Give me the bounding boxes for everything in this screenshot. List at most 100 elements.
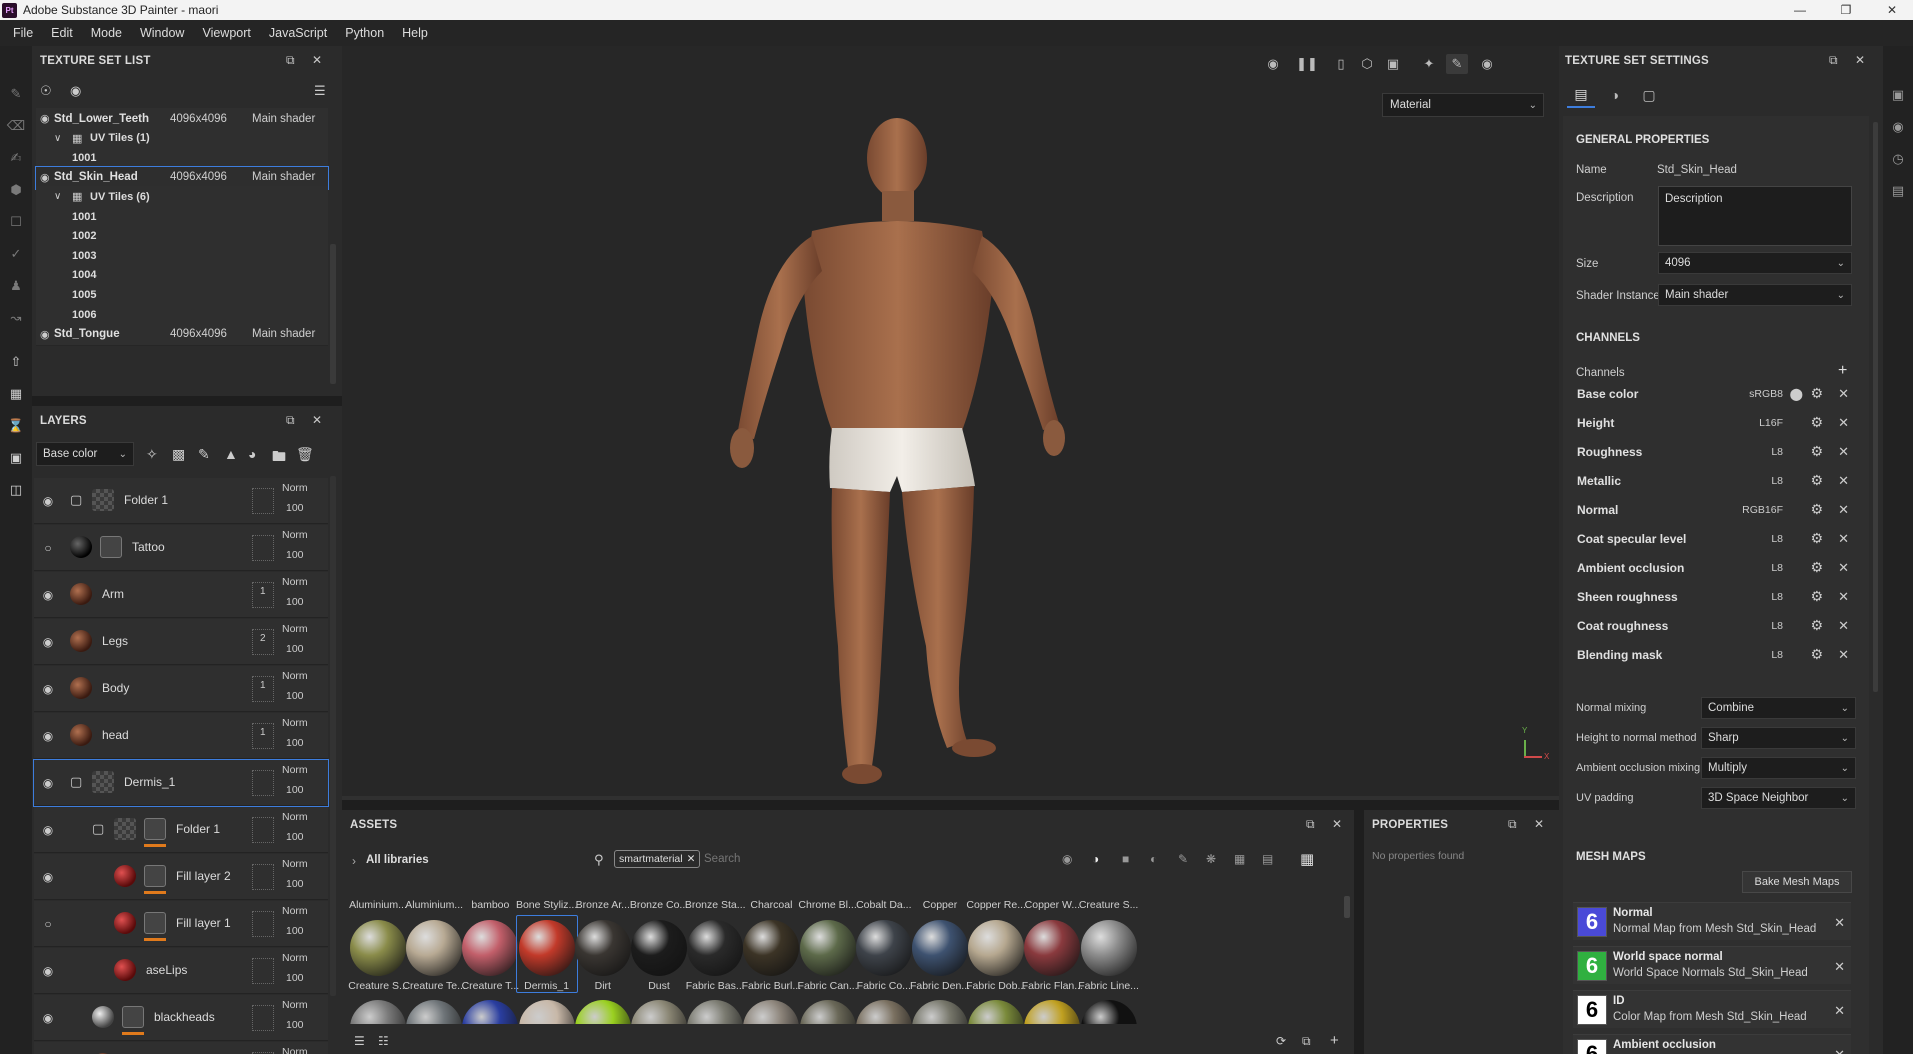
close-icon[interactable]: ✕	[1838, 531, 1849, 547]
gear-icon[interactable]: ⚙	[1810, 530, 1823, 547]
layer-row[interactable]: ○ Tattoo Norm 100	[34, 525, 328, 571]
minimize-icon[interactable]: —	[1777, 0, 1823, 20]
eye-icon[interactable]: ○	[40, 916, 56, 932]
blend-mode[interactable]: Norm	[282, 858, 308, 870]
smart-material-thumbnail[interactable]	[631, 920, 687, 976]
menu-help[interactable]: Help	[393, 26, 437, 40]
log-icon[interactable]: ▤	[1889, 182, 1907, 200]
mesh-map-row[interactable]: 6 World space normal World Space Normals S…	[1573, 946, 1851, 984]
opacity-value[interactable]: 100	[286, 549, 304, 561]
bake-mesh-maps-button[interactable]: Bake Mesh Maps	[1742, 871, 1852, 893]
smart-material-thumbnail[interactable]	[912, 1000, 968, 1024]
option-select[interactable]: Multiply ⌄	[1701, 757, 1856, 779]
measure-tool-icon[interactable]: ↝	[6, 308, 26, 328]
close-icon[interactable]: ✕	[1838, 386, 1849, 402]
eye-icon[interactable]: ◉	[40, 112, 50, 125]
close-icon[interactable]: ✕	[687, 853, 696, 865]
mask-filter-icon[interactable]: ■	[1122, 852, 1129, 866]
undock-icon[interactable]: ⧉	[1508, 817, 1517, 832]
viewport-display-select[interactable]: Material ⌄	[1382, 93, 1544, 117]
gear-icon[interactable]: ⚙	[1810, 414, 1823, 431]
smart-material-thumbnail[interactable]	[855, 1000, 912, 1024]
add-smart-material-icon[interactable]: ◕	[248, 446, 256, 462]
texture-set-settings-icon[interactable]: ▣	[1889, 86, 1907, 104]
smart-material-thumbnail[interactable]	[855, 920, 912, 976]
smart-material-thumbnail[interactable]	[1080, 920, 1137, 976]
smart-material-thumbnail[interactable]	[799, 920, 856, 976]
opacity-value[interactable]: 100	[286, 925, 304, 937]
layer-row[interactable]: ◉ Fill layer 2 Norm 100	[34, 854, 328, 900]
channel-row[interactable]: Normal RGB16F ⚙ ✕	[1573, 495, 1851, 524]
layer-row[interactable]: ◉ Arm 1 Norm 100	[34, 572, 328, 618]
blend-mode[interactable]: Norm	[282, 764, 308, 776]
layer-row[interactable]: ◉ aseLips Norm 100	[34, 948, 328, 994]
layer-row[interactable]: ◉ Legs 2 Norm 100	[34, 619, 328, 665]
smart-material-thumbnail[interactable]	[574, 1000, 631, 1024]
smart-material-thumbnail[interactable]	[1080, 1000, 1137, 1024]
smart-material-thumbnail[interactable]	[1024, 920, 1081, 976]
layer-row[interactable]: ◉ ▢ Folder 1 Norm 100	[34, 478, 328, 524]
add-channel-icon[interactable]: +	[1838, 362, 1847, 380]
smart-material-thumbnail[interactable]	[462, 920, 519, 976]
new-window-icon[interactable]: ⧉	[1302, 1034, 1311, 1049]
channel-format[interactable]: L8	[1771, 446, 1783, 458]
material-tab-icon[interactable]: ◑	[1601, 82, 1629, 108]
layer-row[interactable]: ◉ head 1 Norm 100	[34, 713, 328, 759]
brush-filter-icon[interactable]: ✎	[1178, 852, 1188, 866]
smart-material-thumbnail[interactable]	[350, 1000, 406, 1024]
undock-icon[interactable]: ⧉	[1306, 817, 1315, 832]
opacity-value[interactable]: 100	[286, 643, 304, 655]
texture-set-scrollbar[interactable]	[330, 244, 336, 384]
gear-icon[interactable]: ⚙	[1810, 385, 1823, 402]
add-icon[interactable]: +	[1330, 1032, 1339, 1049]
eye-icon[interactable]: ◉	[40, 681, 56, 697]
refresh-icon[interactable]: ⟳	[1276, 1034, 1286, 1048]
eye-icon[interactable]: ◉	[40, 634, 56, 650]
opacity-value[interactable]: 100	[286, 737, 304, 749]
library-selector[interactable]: All libraries	[366, 854, 429, 866]
smart-material-thumbnail[interactable]	[968, 920, 1025, 976]
option-select[interactable]: 3D Space Neighbor ⌄	[1701, 787, 1856, 809]
list-menu-icon[interactable]: ☰	[314, 83, 326, 99]
procedural-filter-icon[interactable]: ◐	[1150, 852, 1157, 866]
opacity-value[interactable]: 100	[286, 784, 304, 796]
delete-layer-icon[interactable]: 🗑	[296, 446, 314, 463]
channel-row[interactable]: Height L16F ⚙ ✕	[1573, 408, 1851, 437]
mesh-map-row[interactable]: 6 Normal Normal Map from Mesh Std_Skin_Hea…	[1573, 902, 1851, 940]
blend-mode[interactable]: Norm	[282, 905, 308, 917]
chevron-down-icon[interactable]: ∨	[54, 133, 61, 144]
add-folder-icon[interactable]: 🖿	[272, 446, 286, 470]
close-panel-icon[interactable]: ✕	[312, 413, 322, 427]
blend-mode[interactable]: Norm	[282, 576, 308, 588]
smart-material-thumbnail[interactable]	[518, 920, 575, 976]
layer-mask-slot[interactable]	[252, 958, 274, 984]
close-window-icon[interactable]: ✕	[1869, 0, 1913, 20]
close-icon[interactable]: ✕	[1838, 589, 1849, 605]
layer-mask-slot[interactable]	[252, 817, 274, 843]
gear-icon[interactable]: ⚙	[1810, 588, 1823, 605]
smart-material-thumbnail[interactable]	[574, 920, 631, 976]
close-icon[interactable]: ✕	[1838, 415, 1849, 431]
shader-instance-select[interactable]: Main shader ⌄	[1658, 284, 1852, 306]
blend-mode[interactable]: Norm	[282, 670, 308, 682]
particle-filter-icon[interactable]: ❋	[1206, 852, 1216, 866]
assets-icon[interactable]: ◫	[6, 480, 26, 500]
smart-material-thumbnail[interactable]	[968, 1000, 1025, 1024]
channel-format[interactable]: L8	[1771, 475, 1783, 487]
polygon-fill-tool-icon[interactable]: ⬢	[6, 180, 26, 200]
smart-material-thumbnail[interactable]	[743, 920, 800, 976]
pause-icon[interactable]: ❚❚	[1296, 54, 1318, 74]
layers-scrollbar[interactable]	[330, 476, 336, 996]
sort-icon[interactable]: ☰	[354, 1034, 365, 1048]
gear-icon[interactable]: ⚙	[1810, 617, 1823, 634]
gear-icon[interactable]: ⚙	[1810, 472, 1823, 489]
channel-format[interactable]: L8	[1771, 620, 1783, 632]
close-icon[interactable]: ✕	[1838, 647, 1849, 663]
environment-filter-icon[interactable]: ▤	[1262, 852, 1273, 866]
smart-material-thumbnail[interactable]	[350, 920, 406, 976]
symmetry-icon[interactable]: ✦	[1418, 54, 1440, 74]
eraser-tool-icon[interactable]: ⌫	[6, 116, 26, 136]
material-filter-icon[interactable]: ◉	[1062, 852, 1072, 866]
eye-icon[interactable]: ◉	[40, 328, 50, 341]
opacity-value[interactable]: 100	[286, 690, 304, 702]
